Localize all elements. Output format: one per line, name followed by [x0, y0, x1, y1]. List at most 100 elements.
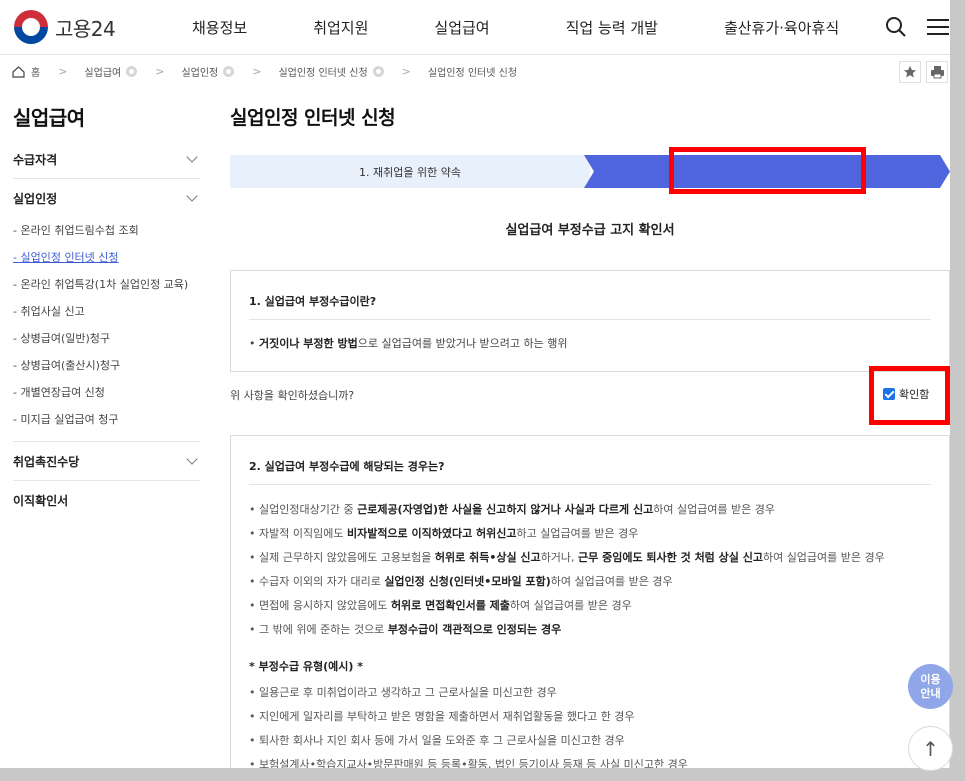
item-text: 하여 실업급여를 받은 경우: [550, 575, 673, 588]
chevron-right-icon: >: [252, 65, 262, 78]
nav-item-unemployment-benefit[interactable]: 실업급여: [434, 17, 489, 38]
sidebar-subitem[interactable]: - 상병급여(일반)청구: [13, 325, 200, 352]
definition-bold: 거짓이나 부정한 방법: [259, 337, 358, 350]
arrow-up-icon: ↑: [922, 736, 939, 761]
sidebar-item-eligibility[interactable]: 수급자격: [13, 140, 200, 178]
sidebar-subitem[interactable]: - 미지급 실업급여 청구: [13, 406, 200, 433]
item-bold: 실업인정 신청(인터넷•모바일 포함): [384, 575, 551, 588]
item-text: 하거나,: [540, 551, 579, 564]
item-text: 지인에게 일자리를 부탁하고 받은 명함을 제출하면서 재취업활동을 했다고 한…: [259, 710, 635, 723]
divider: [249, 319, 931, 320]
step-2-label: 2. 실업급여 부정수급 고지 확인서: [685, 10, 845, 24]
sidebar-submenu: - 온라인 취업드림수첩 조회 - 실업인정 인터넷 신청 - 온라인 취업특강…: [13, 217, 200, 441]
sidebar-subitem[interactable]: - 상병급여(출산시)청구: [13, 352, 200, 379]
sidebar-subitem[interactable]: - 취업사실 신고: [13, 298, 200, 325]
sidebar-item-recognition[interactable]: 실업인정: [13, 179, 200, 217]
definition-text: • 거짓이나 부정한 방법으로 실업급여를 받았거나 받으려고 하는 행위: [249, 337, 568, 350]
sidebar-item-label: 실업인정: [13, 191, 58, 206]
sidebar-title: 실업급여: [13, 106, 85, 130]
item-bold: 부정수급이 객관적으로 인정되는 경우: [387, 623, 562, 636]
nav-item-skills[interactable]: 직업 능력 개발: [566, 17, 658, 38]
sidebar-subitem[interactable]: - 온라인 취업특강(1차 실업인정 교육): [13, 271, 200, 298]
item-bold: 근로제공(자영업)한 사실을 신고하지 않거나 사실과 다르게 신고: [357, 503, 654, 516]
list-item: • 실제 근무하지 않았음에도 고용보험을 허위로 취득•상실 신고하거나, 근…: [249, 551, 885, 564]
step-1-label: 1. 재취업을 위한 약속: [359, 165, 461, 179]
scroll-top-button[interactable]: ↑: [908, 726, 953, 771]
sidebar-item-label: 이직확인서: [13, 493, 69, 508]
breadcrumb-label: 실업인정: [181, 68, 219, 79]
breadcrumb: 홈 > 실업급여 > 실업인정 > 실업인정 인터넷 신청 > 실업인정 인터넷…: [12, 64, 517, 79]
item-text: 면접에 응시하지 않았음에도: [259, 599, 391, 612]
breadcrumb-current: 실업인정 인터넷 신청: [428, 64, 517, 79]
breadcrumb-home[interactable]: 홈: [12, 64, 40, 79]
list-item: • 퇴사한 회사나 지인 회사 등에 가서 일을 도와준 후 그 근로사실을 미…: [249, 734, 625, 747]
section-cases: 2. 실업급여 부정수급에 해당되는 경우는? • 실업인정대상기간 중 근로제…: [230, 435, 950, 768]
hamburger-menu-icon[interactable]: [927, 18, 949, 36]
sidebar-subitem-active[interactable]: - 실업인정 인터넷 신청: [13, 244, 200, 271]
sidebar-subitem[interactable]: - 온라인 취업드림수첩 조회: [13, 217, 200, 244]
chevron-down-icon: [186, 190, 198, 202]
item-bold: 근무 중임에도 퇴사한 것 처럼 상실 신고: [578, 551, 763, 564]
breadcrumb-item-2[interactable]: 실업인정: [181, 64, 235, 79]
example-list: • 일용근로 후 미취업이라고 생각하고 그 근로사실을 미신고한 경우 • 지…: [249, 681, 688, 768]
logo[interactable]: 고용24: [14, 10, 116, 44]
section-heading: 1. 실업급여 부정수급이란?: [249, 295, 377, 308]
item-bold: 허위로 면접확인서를 제출: [390, 599, 510, 612]
home-icon: [12, 65, 25, 78]
item-bold: 비자발적으로 이직하였다고 허위신고: [346, 527, 517, 540]
chevron-down-icon: [186, 453, 198, 465]
chevron-right-icon: >: [58, 65, 68, 78]
list-item: • 면접에 응시하지 않았음에도 허위로 면접확인서를 제출하여 실업급여를 받…: [249, 599, 632, 612]
breadcrumb-item-1[interactable]: 실업급여: [84, 64, 138, 79]
sidebar-subitem[interactable]: - 개별연장급여 신청: [13, 379, 200, 406]
document-title: 실업급여 부정수급 고지 확인서: [505, 223, 675, 238]
item-text: 퇴사한 회사나 지인 회사 등에 가서 일을 도와준 후 그 근로사실을 미신고…: [259, 734, 625, 747]
case-list: • 실업인정대상기간 중 근로제공(자영업)한 사실을 신고하지 않거나 사실과…: [249, 498, 885, 642]
step-1: 1. 재취업을 위한 약속: [230, 155, 590, 188]
taegeuk-logo-icon: [14, 10, 48, 44]
item-text: 하여 실업급여를 받은 경우: [653, 503, 776, 516]
breadcrumb-home-label: 홈: [31, 68, 41, 79]
list-item: • 그 밖에 위에 준하는 것으로 부정수급이 객관적으로 인정되는 경우: [249, 623, 562, 636]
nav-item-jobs[interactable]: 채용정보: [192, 17, 247, 38]
dropdown-icon[interactable]: [223, 66, 235, 77]
page-title: 실업인정 인터넷 신청: [230, 107, 396, 129]
help-label: 안내: [920, 686, 941, 700]
highlight-box: [869, 366, 950, 425]
item-text: 수급자 이외의 자가 대리로: [259, 575, 385, 588]
item-text: 실업인정대상기간 중: [259, 503, 358, 516]
list-item: • 지인에게 일자리를 부탁하고 받은 명함을 제출하면서 재취업활동을 했다고…: [249, 710, 635, 723]
sidebar-item-promotion[interactable]: 취업촉진수당: [13, 442, 200, 480]
window-edge: [0, 768, 965, 781]
list-item: • 자발적 이직임에도 비자발적으로 이직하였다고 허위신고하고 실업급여를 받…: [249, 527, 639, 540]
list-item: • 실업인정대상기간 중 근로제공(자영업)한 사실을 신고하지 않거나 사실과…: [249, 503, 776, 516]
item-text: 일용근로 후 미취업이라고 생각하고 그 근로사실을 미신고한 경우: [259, 686, 557, 699]
chevron-right-icon: >: [155, 65, 165, 78]
search-icon[interactable]: [885, 16, 907, 38]
list-item: • 보험설계사•학습지교사•방문판매원 등 등록•활동, 법인 등기이사 등재 …: [249, 753, 688, 768]
divider: [249, 484, 931, 485]
breadcrumb-item-3[interactable]: 실업인정 인터넷 신청: [278, 64, 384, 79]
section-heading: 2. 실업급여 부정수급에 해당되는 경우는?: [249, 460, 445, 473]
sidebar-item-separation[interactable]: 이직확인서: [13, 481, 200, 519]
item-text: 하고 실업급여를 받은 경우: [516, 527, 639, 540]
dropdown-icon[interactable]: [372, 66, 384, 77]
help-label: 이용: [920, 672, 941, 686]
breadcrumb-label: 실업인정 인터넷 신청: [278, 68, 368, 79]
highlight-box: [669, 147, 866, 194]
nav-item-employment-support[interactable]: 취업지원: [313, 17, 368, 38]
usage-guide-button[interactable]: 이용 안내: [908, 664, 953, 709]
list-item: • 수급자 이외의 자가 대리로 실업인정 신청(인터넷•모바일 포함)하여 실…: [249, 575, 673, 588]
page: 고용24 채용정보 취업지원 실업급여 직업 능력 개발 출산휴가·육아휴직 홈…: [0, 0, 950, 768]
chevron-right-icon: >: [401, 65, 411, 78]
chevron-down-icon: [186, 151, 198, 163]
examples-heading: * 부정수급 유형(예시) *: [249, 660, 364, 673]
list-item: • 일용근로 후 미취업이라고 생각하고 그 근로사실을 미신고한 경우: [249, 686, 557, 699]
dropdown-icon[interactable]: [126, 66, 138, 77]
item-text: 하여 실업급여를 받은 경우: [509, 599, 632, 612]
confirm-question: 위 사항을 확인하셨습니까?: [230, 389, 355, 402]
sidebar: 수급자격 실업인정 - 온라인 취업드림수첩 조회 - 실업인정 인터넷 신청 …: [13, 140, 200, 519]
favorite-star-icon[interactable]: [899, 61, 921, 83]
sidebar-group-eligibility: 수급자격: [13, 140, 200, 179]
print-icon[interactable]: [926, 61, 948, 83]
